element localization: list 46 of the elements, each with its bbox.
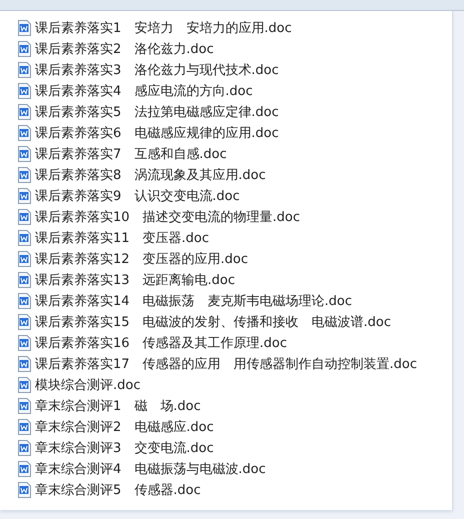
file-item[interactable]: 课后素养落实8 涡流现象及其应用.doc [0,164,452,185]
word-document-icon [17,124,31,140]
word-document-icon [17,146,31,162]
file-item[interactable]: 课后素养落实2 洛伦兹力.doc [0,38,452,59]
word-document-icon [17,418,31,434]
word-document-icon [17,292,31,308]
word-document-icon [17,250,31,266]
word-document-icon [17,166,31,182]
word-document-icon [17,334,31,350]
word-document-icon [17,440,31,456]
word-document-icon [17,230,31,246]
file-item[interactable]: 模块综合测评.doc [0,374,452,395]
file-item[interactable]: 课后素养落实6 电磁感应规律的应用.doc [0,122,452,143]
file-item[interactable]: 章末综合测评2 电磁感应.doc [0,416,452,437]
file-item[interactable]: 课后素养落实11 变压器.doc [0,227,452,248]
file-item[interactable]: 课后素养落实3 洛伦兹力与现代技术.doc [0,59,452,80]
word-document-icon [17,398,31,414]
file-item[interactable]: 课后素养落实15 电磁波的发射、传播和接收 电磁波谱.doc [0,311,452,332]
file-item[interactable]: 课后素养落实13 远距离输电.doc [0,269,452,290]
file-item[interactable]: 课后素养落实16 传感器及其工作原理.doc [0,332,452,353]
file-item[interactable]: 课后素养落实5 法拉第电磁感应定律.doc [0,101,452,122]
word-document-icon [17,188,31,204]
word-document-icon [17,482,31,498]
file-item[interactable]: 章末综合测评5 传感器.doc [0,479,452,500]
word-document-icon [17,104,31,120]
file-item[interactable]: 课后素养落实10 描述交变电流的物理量.doc [0,206,452,227]
word-document-icon [17,208,31,224]
file-item[interactable]: 课后素养落实7 互感和自感.doc [0,143,452,164]
word-document-icon [17,40,31,56]
file-item[interactable]: 课后素养落实9 认识交变电流.doc [0,185,452,206]
word-document-icon [17,356,31,372]
file-item[interactable]: 章末综合测评4 电磁振荡与电磁波.doc [0,458,452,479]
file-item[interactable]: 章末综合测评3 交变电流.doc [0,437,452,458]
file-item[interactable]: 课后素养落实1 安培力 安培力的应用.doc [0,17,452,38]
word-document-icon [17,272,31,288]
word-document-icon [17,460,31,476]
file-item[interactable]: 课后素养落实14 电磁振荡 麦克斯韦电磁场理论.doc [0,290,452,311]
file-item[interactable]: 课后素养落实12 变压器的应用.doc [0,248,452,269]
word-document-icon [17,314,31,330]
file-item[interactable]: 课后素养落实4 感应电流的方向.doc [0,80,452,101]
file-item[interactable]: 章末综合测评1 磁 场.doc [0,395,452,416]
word-document-icon [17,62,31,78]
word-document-icon [17,20,31,36]
word-document-icon [17,376,31,392]
word-document-icon [17,82,31,98]
file-item[interactable]: 课后素养落实17 传感器的应用 用传感器制作自动控制装置.doc [0,353,452,374]
